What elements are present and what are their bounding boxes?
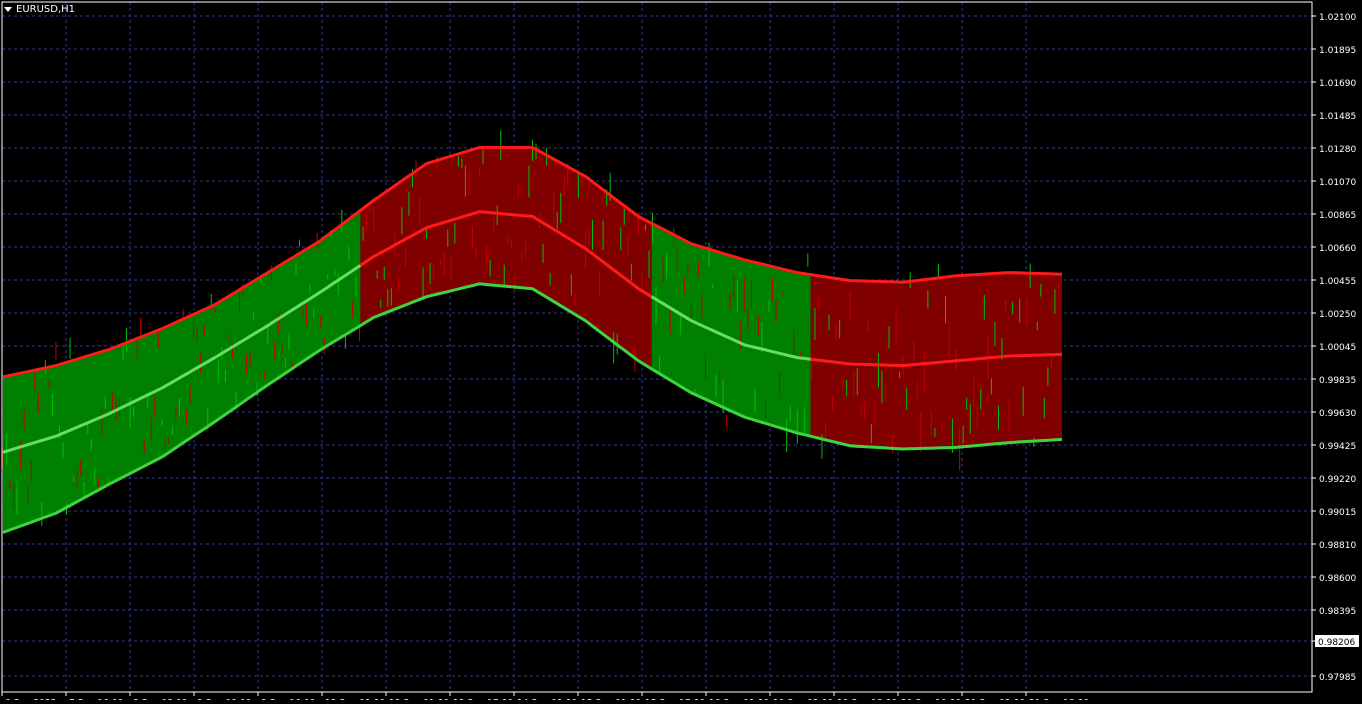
symbol-title[interactable]: EURUSD,H1: [4, 4, 75, 15]
symbol-title-text: EURUSD,H1: [16, 4, 76, 15]
y-tick-label: 1.01280: [1319, 145, 1356, 155]
dropdown-triangle-icon[interactable]: [4, 7, 12, 12]
y-tick-label: 0.99425: [1319, 442, 1356, 452]
y-tick-label: 0.99835: [1319, 376, 1356, 386]
y-tick-label: 0.98395: [1319, 607, 1356, 617]
y-tick-label: 1.00865: [1319, 211, 1356, 221]
price-chart[interactable]: 1.02100 1.01895 1.01690 1.01485 1.01280 1.010…: [0, 0, 1362, 704]
y-tick-label: 0.98810: [1319, 541, 1356, 551]
y-tick-label: 1.00660: [1319, 244, 1356, 254]
band-bull: [3, 210, 361, 533]
bands: [3, 147, 1062, 533]
y-tick-label: 0.99630: [1319, 409, 1356, 419]
y-tick-label: 1.01690: [1319, 79, 1356, 89]
y-tick-label: 1.00045: [1319, 343, 1356, 353]
chart-window[interactable]: EURUSD,H1 1.02100 1.01895 1.01690 1.01485 1.…: [0, 0, 1362, 704]
y-tick-label: 1.00455: [1319, 277, 1356, 287]
current-price-label: 0.98206: [1318, 638, 1355, 648]
y-tick-label: 0.97985: [1319, 673, 1356, 683]
y-tick-label: 1.01485: [1319, 112, 1356, 122]
y-tick-label: 0.99015: [1319, 508, 1356, 518]
y-tick-label: 1.00250: [1319, 310, 1356, 320]
band-bear: [810, 272, 1062, 449]
y-tick-label: 0.99220: [1319, 475, 1356, 485]
y-tick-label: 1.01895: [1319, 46, 1356, 56]
y-tick-label: 0.98600: [1319, 574, 1356, 584]
y-tick-label: 1.02100: [1319, 13, 1356, 23]
y-tick-label: 1.01070: [1319, 178, 1356, 188]
